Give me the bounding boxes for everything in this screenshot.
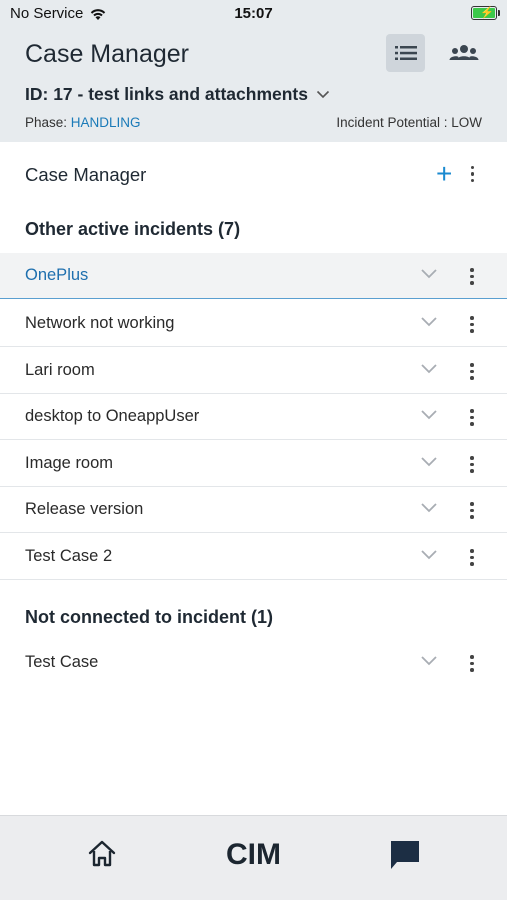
bottom-nav: CIM bbox=[0, 815, 507, 900]
incident-potential: Incident Potential : LOW bbox=[336, 115, 482, 130]
case-row[interactable]: Test Case bbox=[0, 640, 507, 686]
chevron-down-icon[interactable] bbox=[420, 502, 438, 514]
active-incidents-heading: Other active incidents (7) bbox=[25, 219, 241, 239]
status-bar: No Service 15:07 ⚡ bbox=[0, 0, 507, 28]
participants-button[interactable] bbox=[444, 34, 483, 72]
phase-label: Phase: bbox=[25, 115, 68, 130]
page-title: Case Manager bbox=[25, 40, 189, 68]
phase-info: Phase: HANDLING bbox=[25, 115, 141, 130]
people-icon bbox=[449, 45, 478, 60]
incident-row[interactable]: Image room bbox=[0, 441, 507, 487]
more-options-icon[interactable] bbox=[466, 456, 478, 473]
incident-label: Network not working bbox=[25, 314, 175, 332]
more-options-icon[interactable] bbox=[466, 502, 478, 519]
case-manager-heading: Case Manager bbox=[25, 164, 147, 185]
incident-label: Test Case 2 bbox=[25, 547, 113, 565]
more-options-icon[interactable] bbox=[466, 363, 478, 380]
case-label: Test Case bbox=[25, 653, 99, 671]
more-options-icon[interactable] bbox=[466, 549, 478, 566]
more-options-icon[interactable] bbox=[466, 268, 478, 285]
incident-row[interactable]: OnePlus bbox=[0, 253, 507, 299]
chevron-down-icon[interactable] bbox=[420, 363, 438, 375]
more-options-icon[interactable] bbox=[466, 165, 478, 183]
incident-row[interactable]: Lari room bbox=[0, 348, 507, 394]
more-options-icon[interactable] bbox=[466, 316, 478, 333]
phase-value: HANDLING bbox=[70, 115, 141, 130]
incident-label: Release version bbox=[25, 500, 144, 518]
chevron-down-icon[interactable] bbox=[420, 456, 438, 468]
incident-row[interactable]: Network not working bbox=[0, 301, 507, 347]
cim-label[interactable]: CIM bbox=[0, 838, 507, 872]
chevron-down-icon[interactable] bbox=[420, 409, 438, 421]
chevron-down-icon bbox=[316, 90, 330, 99]
app-header: Case Manager ID: 17 - test links and att… bbox=[0, 28, 507, 142]
list-view-button[interactable] bbox=[386, 34, 425, 72]
more-options-icon[interactable] bbox=[466, 409, 478, 426]
more-options-icon[interactable] bbox=[466, 655, 478, 672]
chevron-down-icon[interactable] bbox=[420, 549, 438, 561]
incident-label: desktop to OneappUser bbox=[25, 407, 200, 425]
case-id-label: ID: 17 - test links and attachments bbox=[25, 84, 308, 104]
chat-icon[interactable] bbox=[388, 838, 422, 872]
status-time: 15:07 bbox=[234, 5, 273, 22]
add-icon[interactable]: + bbox=[436, 160, 452, 188]
incident-label: Image room bbox=[25, 454, 114, 472]
chevron-down-icon[interactable] bbox=[420, 316, 438, 328]
not-connected-heading: Not connected to incident (1) bbox=[25, 607, 274, 627]
incident-row[interactable]: Release version bbox=[0, 487, 507, 533]
incident-label: Lari room bbox=[25, 361, 95, 379]
incident-row[interactable]: Test Case 2 bbox=[0, 534, 507, 580]
list-icon bbox=[394, 46, 417, 60]
chevron-down-icon[interactable] bbox=[420, 268, 438, 280]
incident-row[interactable]: desktop to OneappUser bbox=[0, 394, 507, 440]
chevron-down-icon[interactable] bbox=[420, 655, 438, 667]
case-manager-actions: + bbox=[436, 160, 478, 188]
case-selector[interactable]: ID: 17 - test links and attachments bbox=[25, 84, 330, 105]
battery-icon: ⚡ bbox=[471, 6, 500, 20]
incident-label: OnePlus bbox=[25, 266, 89, 284]
